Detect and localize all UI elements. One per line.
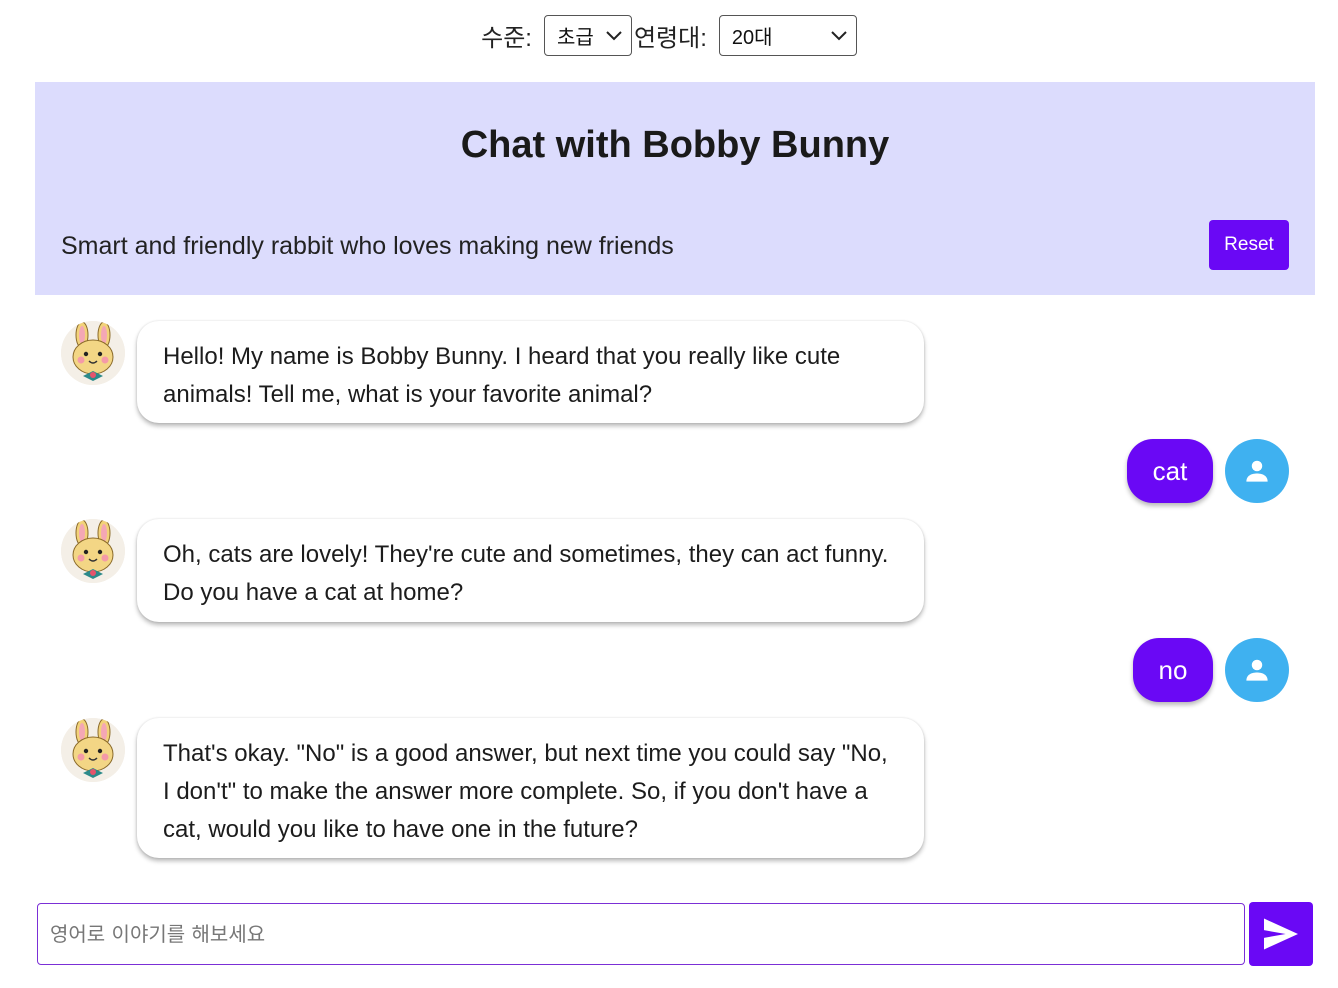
- level-select-value: 초급: [556, 27, 594, 49]
- chevron-down-icon: [831, 30, 847, 40]
- chat-page: 수준: 초급 연령대: 20대 Chat with Bobby Bunny Sm…: [0, 0, 1338, 988]
- user-message: cat: [1127, 439, 1213, 503]
- bot-message: That's okay. "No" is a good answer, but …: [137, 718, 924, 858]
- chat-header: Chat with Bobby Bunny Smart and friendly…: [35, 82, 1315, 295]
- bunny-avatar-icon: [61, 718, 125, 782]
- message-input[interactable]: [38, 904, 1244, 964]
- age-select[interactable]: 20대: [718, 15, 857, 56]
- send-icon: [1264, 918, 1298, 950]
- person-icon: [1225, 638, 1289, 702]
- send-button[interactable]: [1249, 902, 1313, 966]
- bunny-avatar-icon: [61, 519, 125, 583]
- bot-message: Oh, cats are lovely! They're cute and so…: [137, 519, 924, 622]
- age-select-value: 20대: [731, 27, 773, 49]
- character-description: Smart and friendly rabbit who loves maki…: [61, 232, 674, 260]
- bunny-avatar-icon: [61, 321, 125, 385]
- person-icon: [1225, 439, 1289, 503]
- level-label: 수준:: [481, 25, 532, 52]
- page-title: Chat with Bobby Bunny: [460, 124, 890, 166]
- reset-button[interactable]: Reset: [1209, 220, 1289, 270]
- age-label: 연령대:: [633, 25, 707, 52]
- chevron-down-icon: [606, 30, 622, 40]
- level-select[interactable]: 초급: [543, 15, 632, 56]
- message-input-container: [37, 903, 1245, 965]
- bot-message: Hello! My name is Bobby Bunny. I heard t…: [137, 321, 924, 423]
- settings-bar: 수준: 초급 연령대: 20대: [0, 15, 1338, 56]
- user-message: no: [1133, 638, 1213, 702]
